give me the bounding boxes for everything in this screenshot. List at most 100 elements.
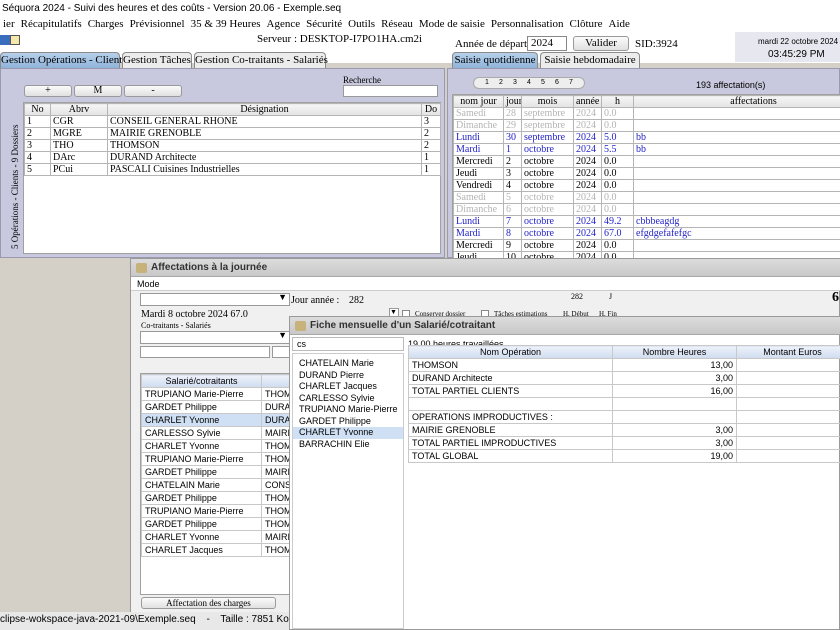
column-header[interactable]: jour [503, 95, 522, 108]
menu-item-7[interactable]: Outils [345, 17, 378, 30]
page-button[interactable]: 5 [541, 78, 545, 88]
column-header[interactable]: Désignation [107, 103, 422, 116]
menu-item-4[interactable]: 35 & 39 Heures [188, 17, 264, 30]
operation-select[interactable]: ▼ [140, 292, 290, 306]
column-header[interactable]: Nombre Heures [612, 345, 737, 359]
column-header[interactable]: Montant Euros [736, 345, 840, 359]
menu-item-8[interactable]: Réseau [378, 17, 416, 30]
tab-gestion-taches[interactable]: Gestion Tâches [122, 52, 192, 68]
page-button[interactable]: 6 [555, 78, 559, 88]
tab-gestion-cotraitants[interactable]: Gestion Co-traitants - Salariés [194, 52, 328, 68]
table-row[interactable]: Lundi 30 septembre 2024 5.0 bb [453, 131, 840, 144]
add-operation-button[interactable]: + [24, 85, 72, 97]
menu-item-3[interactable]: Prévisionnel [127, 17, 188, 30]
cotraitant-input[interactable] [140, 346, 270, 358]
mode-bar[interactable]: Mode [131, 277, 840, 291]
top-number: 282 [571, 292, 583, 301]
table-row[interactable]: TRUPIANO Marie-PierreTHOMS [141, 504, 292, 518]
table-row[interactable]: Samedi 28 septembre 2024 0.0 [453, 107, 840, 120]
list-item[interactable]: CHATELAIN Marie [293, 358, 403, 370]
fiche-title[interactable]: Fiche mensuelle d'un Salarié/cotraitant [290, 317, 840, 335]
column-header[interactable]: Do [421, 103, 441, 116]
menu-item-6[interactable]: Sécurité [303, 17, 345, 30]
table-row[interactable]: Mardi 1 octobre 2024 5.5 bb [453, 143, 840, 156]
menu-item-9[interactable]: Mode de saisie [416, 17, 488, 30]
menu-item-0[interactable]: ier [0, 17, 18, 30]
table-row[interactable]: 2 MGRE MAIRIE GRENOBLE 2 [24, 127, 441, 140]
affectation-charges-button[interactable]: Affectation des charges [141, 597, 276, 609]
menu-item-10[interactable]: Personnalisation [488, 17, 567, 30]
delete-operation-button[interactable]: - [124, 85, 182, 97]
column-header[interactable]: No [24, 103, 51, 116]
page-button[interactable]: 1 [485, 78, 489, 88]
column-header[interactable]: nom jour [453, 95, 504, 108]
table-row[interactable]: GARDET PhilippeTHOMS [141, 491, 292, 505]
tab-gestion-operations[interactable]: Gestion Opérations - Clients [0, 52, 127, 68]
list-item[interactable]: DURAND Pierre [293, 370, 403, 382]
menu-item-12[interactable]: Aide [606, 17, 633, 30]
table-row[interactable]: Mardi 8 octobre 2024 67.0 efgdgefafefgc [453, 227, 840, 240]
edit-icon[interactable] [10, 35, 20, 45]
list-item[interactable]: CHARLET Yvonne [293, 427, 403, 439]
validate-button[interactable]: Valider [573, 36, 629, 51]
page-button[interactable]: 3 [513, 78, 517, 88]
table-row[interactable]: 3 THO THOMSON 2 [24, 139, 441, 152]
table-row[interactable]: Vendredi 4 octobre 2024 0.0 [453, 179, 840, 192]
table-row[interactable]: GARDET PhilippeMAIRIE [141, 465, 292, 479]
table-row[interactable]: Mercredi 9 octobre 2024 0.0 [453, 239, 840, 252]
tab-saisie-hebdomadaire[interactable]: Saisie hebdomadaire [540, 52, 640, 68]
page-button[interactable]: 7 [569, 78, 573, 88]
modify-operation-button[interactable]: M [74, 85, 122, 97]
salaries-table-box: Salarié/cotraitants TRUPIANO Marie-Pierr… [140, 373, 292, 595]
cotraitant-select[interactable]: ▼ [140, 330, 290, 344]
table-row[interactable]: CHARLET YvonneDURAN [141, 413, 292, 427]
column-header[interactable]: Salarié/cotraitants [141, 374, 262, 388]
menu-item-5[interactable]: Agence [264, 17, 304, 30]
table-cell: PCui [50, 163, 108, 176]
list-item[interactable]: BARRACHIN Elie [293, 439, 403, 451]
column-header[interactable]: h [601, 95, 634, 108]
menu-item-2[interactable]: Charges [85, 17, 127, 30]
table-cell: 0.0 [601, 119, 634, 132]
column-header[interactable]: année [573, 95, 602, 108]
column-header[interactable]: Nom Opération [408, 345, 613, 359]
employee-search-input[interactable]: cs [292, 337, 404, 351]
table-row[interactable]: CHARLET YvonneTHOMS [141, 439, 292, 453]
table-row[interactable]: Lundi 7 octobre 2024 49.2 cbbbeagdg [453, 215, 840, 228]
table-row[interactable]: TRUPIANO Marie-PierreTHOMS [141, 387, 292, 401]
table-row[interactable]: GARDET PhilippeDURAN [141, 400, 292, 414]
year-input[interactable]: 2024 [527, 36, 567, 51]
table-row[interactable]: Jeudi 3 octobre 2024 0.0 [453, 167, 840, 180]
list-item[interactable]: CARLESSO Sylvie [293, 393, 403, 405]
menu-item-1[interactable]: Récapitulatifs [18, 17, 85, 30]
list-item[interactable]: CHARLET Jacques [293, 381, 403, 393]
page-button[interactable]: 4 [527, 78, 531, 88]
table-row[interactable]: TRUPIANO Marie-PierreTHOMS [141, 452, 292, 466]
column-header[interactable] [261, 374, 292, 388]
menu-item-11[interactable]: Clôture [567, 17, 606, 30]
affectations-title[interactable]: Affectations à la journée [131, 259, 840, 277]
table-row[interactable]: 4 DArc DURAND Architecte 1 [24, 151, 441, 164]
table-row[interactable]: Dimanche 6 octobre 2024 0.0 [453, 203, 840, 216]
table-row[interactable]: CARLESSO SylvieMAIRIE [141, 426, 292, 440]
table-row[interactable]: Mercredi 2 octobre 2024 0.0 [453, 155, 840, 168]
fiche-table: Nom Opération Nombre Heures Montant Euros … [408, 345, 840, 463]
table-cell: 0.0 [601, 191, 634, 204]
table-row[interactable]: Dimanche 29 septembre 2024 0.0 [453, 119, 840, 132]
tab-saisie-quotidienne[interactable]: Saisie quotidienne [452, 52, 538, 68]
page-button[interactable]: 2 [499, 78, 503, 88]
table-cell: 3,00 [612, 371, 737, 385]
list-item[interactable]: TRUPIANO Marie-Pierre [293, 404, 403, 416]
table-row[interactable]: GARDET PhilippeTHOMS [141, 517, 292, 531]
column-header[interactable]: mois [521, 95, 574, 108]
table-row[interactable]: Samedi 5 octobre 2024 0.0 [453, 191, 840, 204]
table-row[interactable]: 1 CGR CONSEIL GENERAL RHONE 3 [24, 115, 441, 128]
list-item[interactable]: GARDET Philippe [293, 416, 403, 428]
table-row[interactable]: 5 PCui PASCALI Cuisines Industrielles 1 [24, 163, 441, 176]
search-input[interactable] [343, 85, 438, 97]
table-row[interactable]: CHARLET YvonneMAIRIE [141, 530, 292, 544]
table-row[interactable]: CHARLET JacquesTHOMS [141, 543, 292, 557]
column-header[interactable]: affectations [633, 95, 840, 108]
column-header[interactable]: Abrv [50, 103, 108, 116]
table-row[interactable]: CHATELAIN MarieCONSE [141, 478, 292, 492]
